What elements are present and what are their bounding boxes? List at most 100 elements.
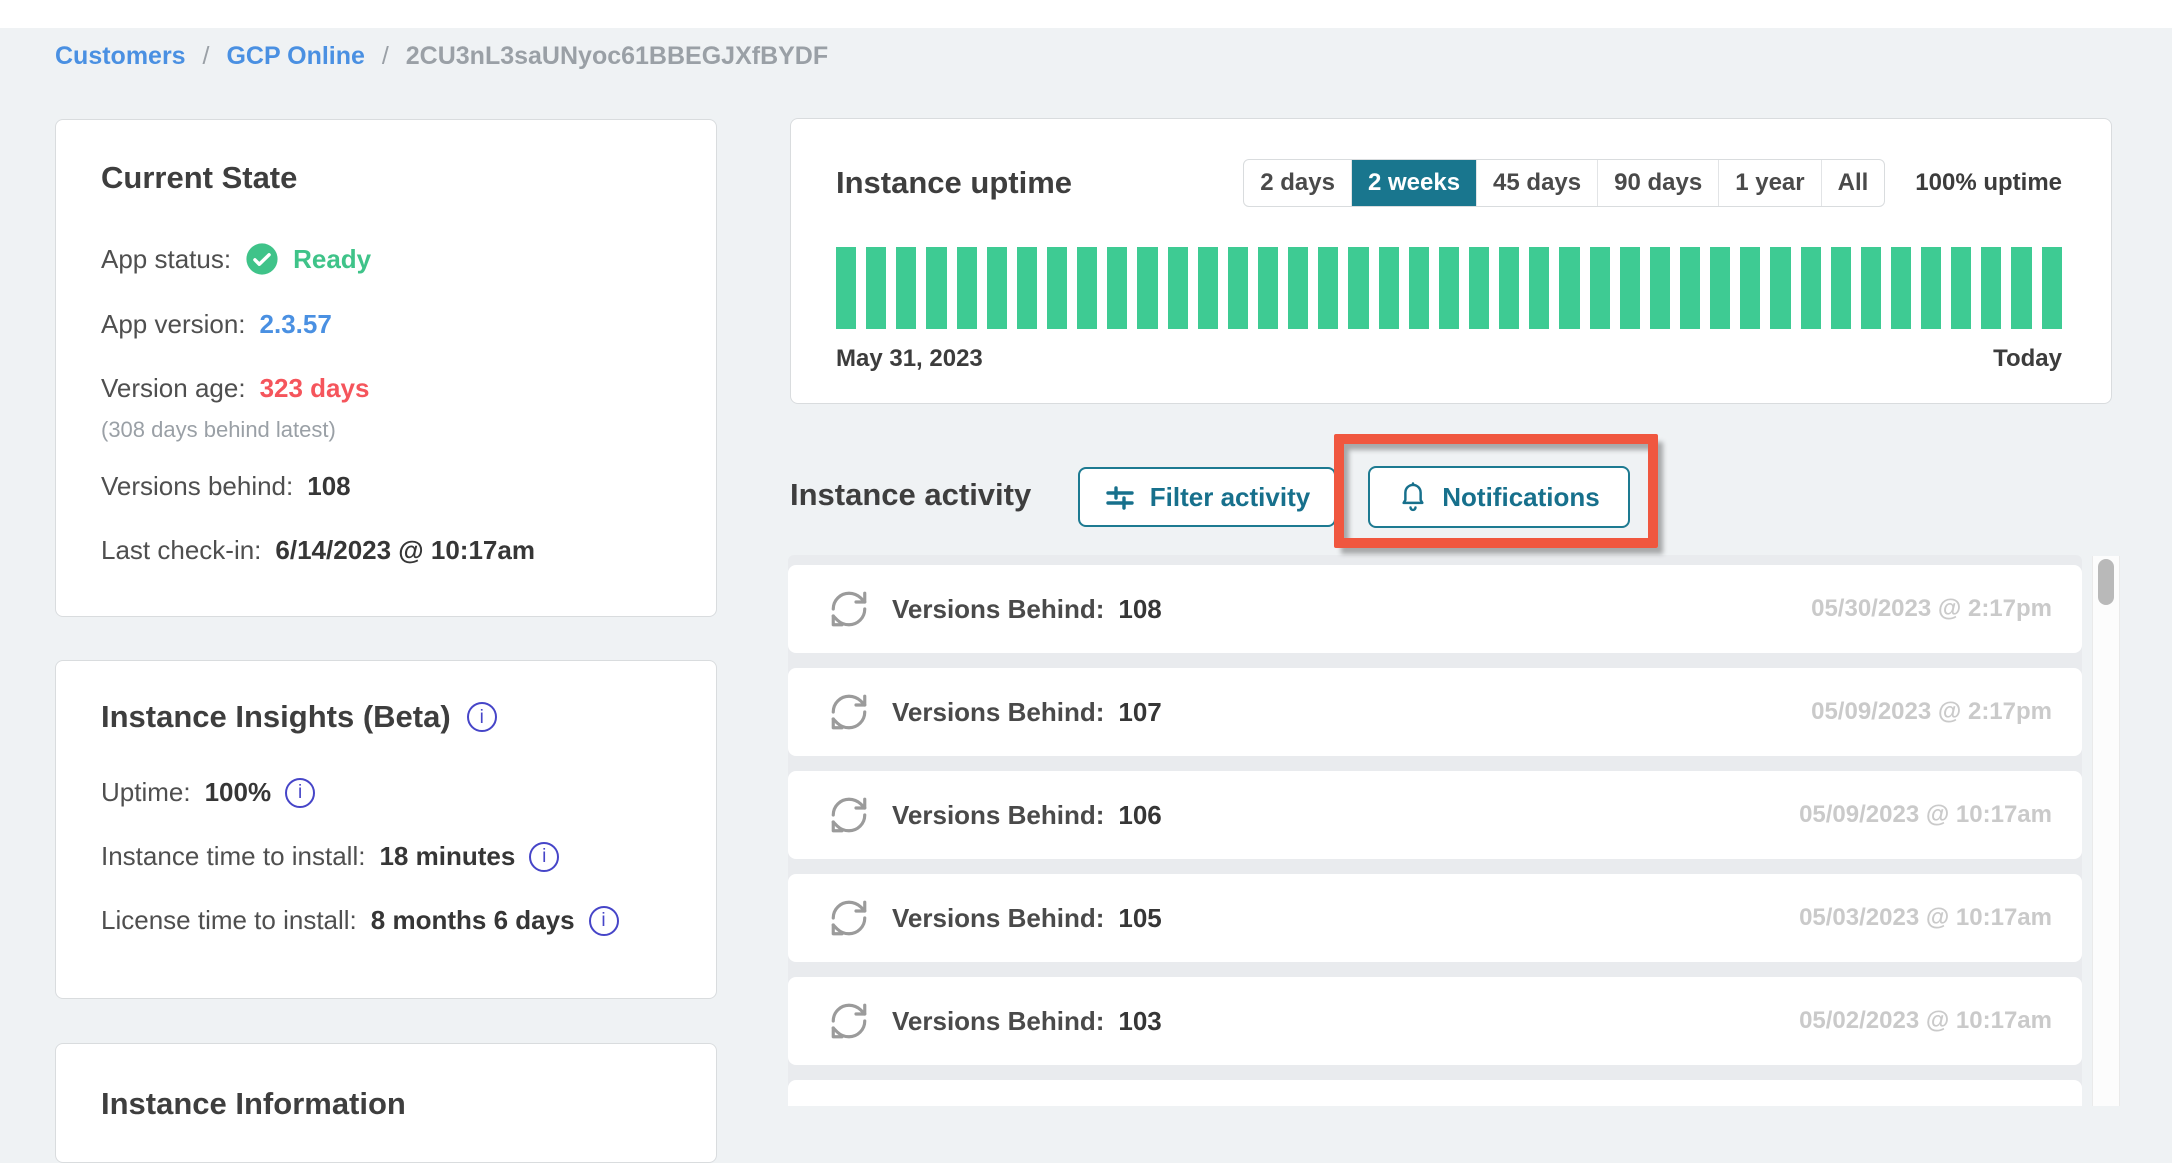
activity-row-label: Versions Behind:: [892, 1006, 1104, 1037]
tab-90-days[interactable]: 90 days: [1597, 160, 1718, 206]
sync-icon: [828, 794, 870, 836]
uptime-bar: [1740, 247, 1760, 329]
activity-row-value: 107: [1118, 697, 1161, 728]
version-age-value: 323 days: [260, 373, 370, 404]
uptime-bar: [1348, 247, 1368, 329]
activity-scrollbar-thumb[interactable]: [2098, 559, 2114, 605]
version-age-note: (308 days behind latest): [101, 417, 678, 443]
sync-icon: [828, 588, 870, 630]
uptime-bar: [1288, 247, 1308, 329]
instance-uptime-card: Instance uptime 2 days 2 weeks 45 days 9…: [790, 118, 2112, 404]
activity-row-value: 105: [1118, 903, 1161, 934]
activity-row-timestamp: 05/09/2023 @ 2:17pm: [1811, 698, 2052, 726]
uptime-value: 100%: [205, 777, 272, 808]
activity-row-value: 106: [1118, 800, 1161, 831]
uptime-bar: [1801, 247, 1821, 329]
activity-row-timestamp: 05/30/2023 @ 2:17pm: [1811, 595, 2052, 623]
notifications-button[interactable]: Notifications: [1368, 466, 1630, 528]
uptime-bar: [1077, 247, 1097, 329]
tab-all[interactable]: All: [1821, 160, 1885, 206]
app-status-label: App status:: [101, 244, 231, 275]
app-version-label: App version:: [101, 309, 246, 340]
tab-1-year[interactable]: 1 year: [1718, 160, 1820, 206]
tab-45-days[interactable]: 45 days: [1476, 160, 1597, 206]
uptime-bar: [1168, 247, 1188, 329]
activity-row-timestamp: 05/02/2023 @ 10:17am: [1799, 1007, 2052, 1035]
uptime-bar: [1770, 247, 1790, 329]
last-checkin-row: Last check-in: 6/14/2023 @ 10:17am: [101, 535, 678, 566]
uptime-bar: [836, 247, 856, 329]
activity-row: Versions Behind: 106 05/09/2023 @ 10:17a…: [788, 771, 2082, 859]
breadcrumb-separator: /: [382, 42, 389, 70]
uptime-bar: [1107, 247, 1127, 329]
version-age-row: Version age: 323 days: [101, 373, 678, 404]
uptime-bar: [1529, 247, 1549, 329]
versions-behind-row: Versions behind: 108: [101, 471, 678, 502]
check-circle-icon: [245, 242, 279, 276]
uptime-bar: [1981, 247, 2001, 329]
uptime-bar: [1831, 247, 1851, 329]
uptime-bar: [1891, 247, 1911, 329]
activity-row-timestamp: 05/03/2023 @ 10:17am: [1799, 904, 2052, 932]
app-version-value[interactable]: 2.3.57: [260, 309, 332, 340]
versions-behind-label: Versions behind:: [101, 471, 293, 502]
breadcrumb-instance-id: 2CU3nL3saUNyoc61BBEGJXfBYDF: [406, 42, 828, 70]
sync-icon: [828, 691, 870, 733]
activity-row-value: 103: [1118, 1006, 1161, 1037]
uptime-summary-label: 100% uptime: [1915, 169, 2062, 197]
sliders-icon: [1104, 483, 1136, 511]
breadcrumb-link-customer-name[interactable]: GCP Online: [226, 42, 364, 70]
license-install-value: 8 months 6 days: [371, 905, 575, 936]
uptime-bar: [1228, 247, 1248, 329]
activity-row-label: Versions Behind:: [892, 903, 1104, 934]
instance-activity-list: Versions Behind: 108 05/30/2023 @ 2:17pm…: [788, 555, 2082, 1106]
info-icon[interactable]: i: [285, 778, 315, 808]
uptime-bars: [836, 247, 2062, 329]
instance-information-title: Instance Information: [101, 1086, 678, 1122]
uptime-bar: [1680, 247, 1700, 329]
uptime-bar: [987, 247, 1007, 329]
info-icon[interactable]: i: [529, 842, 559, 872]
app-status-row: App status: Ready: [101, 242, 678, 276]
activity-row-label: Versions Behind:: [892, 800, 1104, 831]
instance-insights-title: Instance Insights (Beta) i: [101, 699, 678, 735]
uptime-bar: [1409, 247, 1429, 329]
versions-behind-value: 108: [307, 471, 350, 502]
tab-2-days[interactable]: 2 days: [1244, 160, 1351, 206]
uptime-bar: [1318, 247, 1338, 329]
sync-icon: [828, 897, 870, 939]
info-icon[interactable]: i: [467, 702, 497, 732]
uptime-row: Uptime: 100% i: [101, 777, 678, 808]
uptime-bar: [1710, 247, 1730, 329]
uptime-card-title: Instance uptime: [836, 165, 1072, 201]
instance-information-card: Instance Information: [55, 1043, 717, 1163]
activity-row: Versions Behind: 103 05/02/2023 @ 10:17a…: [788, 977, 2082, 1065]
instance-insights-title-text: Instance Insights (Beta): [101, 699, 451, 735]
uptime-bar: [866, 247, 886, 329]
info-icon[interactable]: i: [589, 906, 619, 936]
activity-scrollbar-track[interactable]: [2092, 556, 2120, 1106]
activity-row: Versions Behind: 108 05/30/2023 @ 2:17pm: [788, 565, 2082, 653]
instance-install-value: 18 minutes: [379, 841, 515, 872]
breadcrumb: Customers / GCP Online / 2CU3nL3saUNyoc6…: [55, 42, 828, 71]
filter-activity-button[interactable]: Filter activity: [1078, 467, 1336, 527]
instance-install-row: Instance time to install: 18 minutes i: [101, 841, 678, 872]
activity-row: Versions Behind: 105 05/03/2023 @ 10:17a…: [788, 874, 2082, 962]
uptime-bar: [1559, 247, 1579, 329]
breadcrumb-separator: /: [203, 42, 210, 70]
app-status-value: Ready: [293, 244, 371, 275]
uptime-bar: [1951, 247, 1971, 329]
breadcrumb-link-customers[interactable]: Customers: [55, 42, 186, 70]
license-install-label: License time to install:: [101, 905, 357, 936]
tab-2-weeks[interactable]: 2 weeks: [1351, 160, 1476, 206]
uptime-bar: [1379, 247, 1399, 329]
version-age-label: Version age:: [101, 373, 246, 404]
uptime-bar: [926, 247, 946, 329]
uptime-bar: [1258, 247, 1278, 329]
uptime-label: Uptime:: [101, 777, 191, 808]
activity-row: Versions Behind: 107 05/09/2023 @ 2:17pm: [788, 668, 2082, 756]
activity-row-partial: [788, 1080, 2082, 1106]
uptime-bar: [2042, 247, 2062, 329]
uptime-card-header: Instance uptime 2 days 2 weeks 45 days 9…: [836, 159, 2062, 207]
instance-activity-title: Instance activity: [790, 477, 1031, 513]
